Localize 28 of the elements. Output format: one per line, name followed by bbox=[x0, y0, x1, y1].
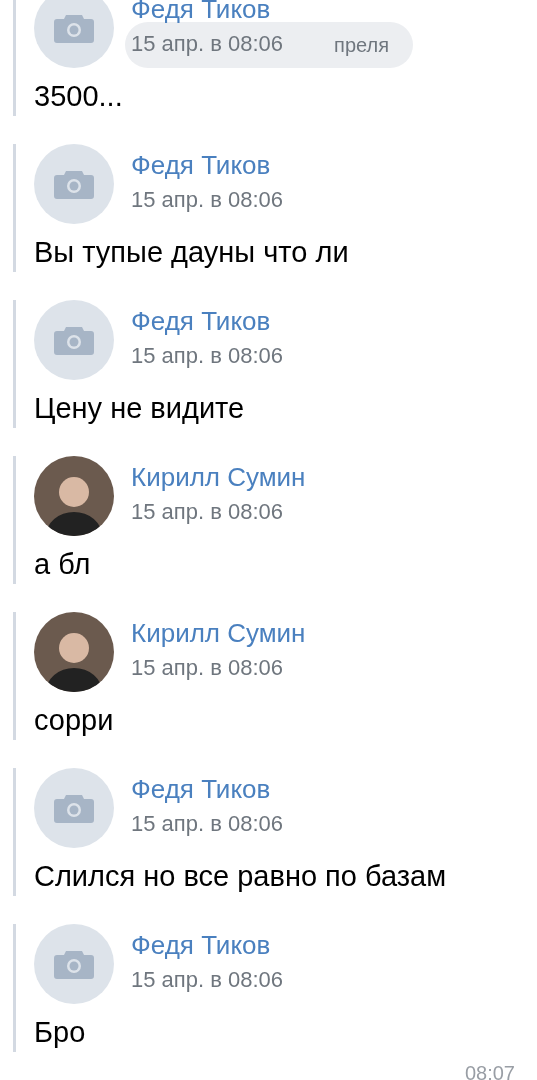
message-text: Слился но все равно по базам bbox=[34, 859, 448, 894]
message-date: 15 апр. в 08:06 bbox=[131, 342, 284, 369]
camera-icon bbox=[54, 13, 94, 43]
message-text: а бл bbox=[34, 547, 92, 582]
author-name[interactable]: Федя Тиков bbox=[131, 149, 284, 181]
message-date: 15 апр. в 08:06 bbox=[131, 810, 284, 837]
author-name[interactable]: Федя Тиков bbox=[131, 305, 284, 337]
message-text: 3500... bbox=[34, 79, 124, 114]
camera-icon bbox=[54, 169, 94, 199]
avatar-placeholder[interactable] bbox=[34, 0, 114, 68]
message-text: Бро bbox=[34, 1015, 87, 1050]
message-date: 15 апр. в 08:06 bbox=[131, 30, 284, 57]
camera-icon bbox=[54, 793, 94, 823]
message-date: 15 апр. в 08:06 bbox=[131, 966, 284, 993]
author-name[interactable]: Кирилл Сумин bbox=[131, 617, 306, 649]
author-name[interactable]: Федя Тиков bbox=[131, 773, 284, 805]
author-name[interactable]: Кирилл Сумин bbox=[131, 461, 306, 493]
message-date: 15 апр. в 08:06 bbox=[131, 498, 285, 525]
author-name[interactable]: Федя Тиков bbox=[131, 929, 284, 961]
message-date: 15 апр. в 08:06 bbox=[131, 186, 284, 213]
author-name[interactable]: Федя Тиков bbox=[131, 0, 284, 25]
message-date: 15 апр. в 08:06 bbox=[131, 654, 285, 681]
message-time: 08:07 bbox=[464, 1062, 515, 1080]
camera-icon bbox=[54, 949, 94, 979]
message-text: сорри bbox=[34, 703, 115, 738]
camera-icon bbox=[54, 325, 94, 355]
message-text: Цену не видите bbox=[34, 391, 246, 426]
message-text: Вы тупые дауны что ли bbox=[34, 235, 350, 270]
